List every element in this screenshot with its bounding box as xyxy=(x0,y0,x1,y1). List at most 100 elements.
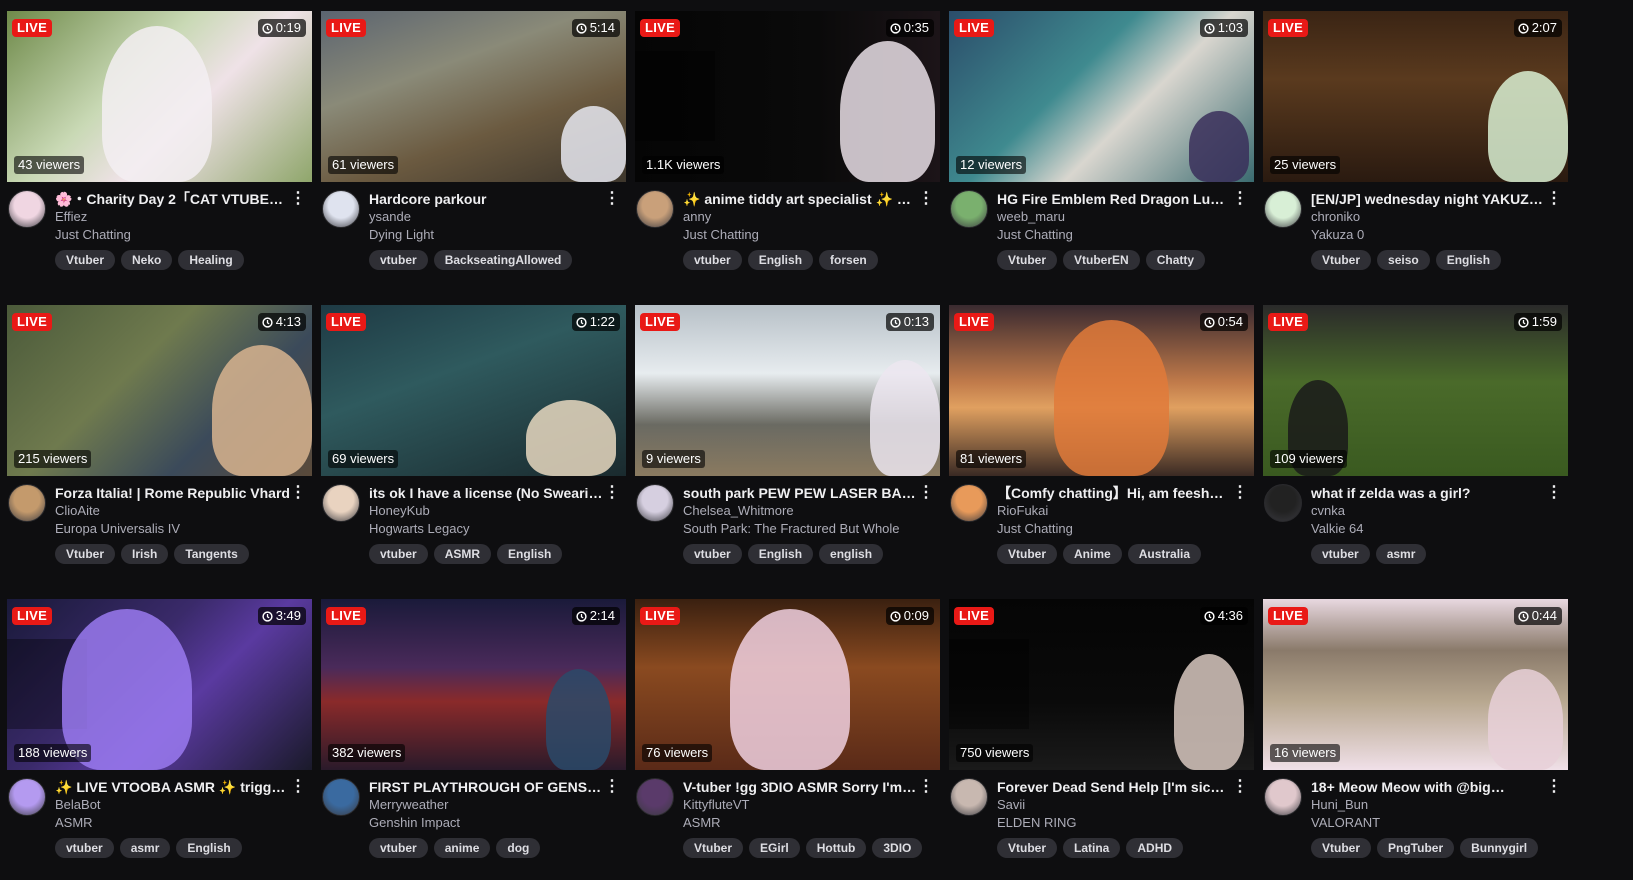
channel-name[interactable]: RioFukai xyxy=(997,502,1242,520)
stream-title[interactable]: FIRST PLAYTHROUGH OF GENSHI… xyxy=(369,778,604,796)
stream-thumbnail[interactable]: LIVE 1:03 12 viewers xyxy=(949,11,1254,182)
tag-button[interactable]: EGirl xyxy=(749,838,800,858)
tag-button[interactable]: vtuber xyxy=(55,838,114,858)
category-link[interactable]: ELDEN RING xyxy=(997,814,1242,832)
category-link[interactable]: Genshin Impact xyxy=(369,814,614,832)
tag-button[interactable]: English xyxy=(747,544,814,564)
stream-thumbnail[interactable]: LIVE 4:13 215 viewers xyxy=(7,305,312,476)
stream-thumbnail[interactable]: LIVE 1:22 69 viewers xyxy=(321,305,626,476)
tag-button[interactable]: Irish xyxy=(121,544,169,564)
channel-avatar[interactable] xyxy=(1264,484,1302,522)
channel-name[interactable]: Chelsea_Whitmore xyxy=(683,502,928,520)
channel-avatar[interactable] xyxy=(950,778,988,816)
more-vertical-icon[interactable]: ⋮ xyxy=(604,485,620,502)
stream-title[interactable]: [EN/JP] wednesday night YAKUZ… xyxy=(1311,190,1546,208)
tag-button[interactable]: vtuber xyxy=(369,250,428,270)
stream-title[interactable]: HG Fire Emblem Red Dragon Luna… xyxy=(997,190,1232,208)
category-link[interactable]: Just Chatting xyxy=(997,226,1242,244)
tag-button[interactable]: Australia xyxy=(1127,544,1202,564)
stream-thumbnail[interactable]: LIVE 3:49 188 viewers xyxy=(7,599,312,770)
channel-avatar[interactable] xyxy=(322,778,360,816)
tag-button[interactable]: seiso xyxy=(1377,250,1430,270)
stream-title[interactable]: its ok I have a license (No Swearin… xyxy=(369,484,604,502)
channel-avatar[interactable] xyxy=(950,484,988,522)
category-link[interactable]: ASMR xyxy=(55,814,300,832)
tag-button[interactable]: ASMR xyxy=(433,544,492,564)
tag-button[interactable]: forsen xyxy=(819,250,878,270)
stream-title[interactable]: Forza Italia! | Rome Republic Vhard xyxy=(55,484,290,502)
tag-button[interactable]: Vtuber xyxy=(997,838,1058,858)
channel-avatar[interactable] xyxy=(950,190,988,228)
channel-avatar[interactable] xyxy=(8,778,46,816)
channel-name[interactable]: Merryweather xyxy=(369,796,614,814)
tag-button[interactable]: Neko xyxy=(121,250,173,270)
channel-name[interactable]: chroniko xyxy=(1311,208,1556,226)
channel-avatar[interactable] xyxy=(1264,190,1302,228)
channel-avatar[interactable] xyxy=(636,778,674,816)
more-vertical-icon[interactable]: ⋮ xyxy=(604,779,620,796)
more-vertical-icon[interactable]: ⋮ xyxy=(1232,191,1248,208)
stream-thumbnail[interactable]: LIVE 0:44 16 viewers xyxy=(1263,599,1568,770)
more-vertical-icon[interactable]: ⋮ xyxy=(290,485,306,502)
tag-button[interactable]: vtuber xyxy=(1311,544,1370,564)
more-vertical-icon[interactable]: ⋮ xyxy=(1232,485,1248,502)
stream-title[interactable]: ✨ LIVE VTOOBA ASMR ✨ trigger … xyxy=(55,778,290,796)
tag-button[interactable]: BackseatingAllowed xyxy=(433,250,573,270)
tag-button[interactable]: asmr xyxy=(119,838,171,858)
stream-title[interactable]: 【Comfy chatting】Hi, am feesh【… xyxy=(997,484,1232,502)
tag-button[interactable]: PngTuber xyxy=(1377,838,1455,858)
tag-button[interactable]: Vtuber xyxy=(997,250,1058,270)
tag-button[interactable]: VtuberEN xyxy=(1063,250,1140,270)
tag-button[interactable]: Latina xyxy=(1063,838,1121,858)
channel-name[interactable]: Effiez xyxy=(55,208,300,226)
stream-thumbnail[interactable]: LIVE 1:59 109 viewers xyxy=(1263,305,1568,476)
more-vertical-icon[interactable]: ⋮ xyxy=(290,779,306,796)
more-vertical-icon[interactable]: ⋮ xyxy=(604,191,620,208)
stream-title[interactable]: what if zelda was a girl? xyxy=(1311,484,1546,502)
stream-thumbnail[interactable]: LIVE 2:07 25 viewers xyxy=(1263,11,1568,182)
more-vertical-icon[interactable]: ⋮ xyxy=(1546,485,1562,502)
stream-title[interactable]: 18+ Meow Meow with @big… xyxy=(1311,778,1546,796)
category-link[interactable]: Europa Universalis IV xyxy=(55,520,300,538)
stream-title[interactable]: Hardcore parkour xyxy=(369,190,604,208)
tag-button[interactable]: 3DIO xyxy=(872,838,923,858)
tag-button[interactable]: anime xyxy=(433,838,491,858)
channel-name[interactable]: anny xyxy=(683,208,928,226)
category-link[interactable]: Just Chatting xyxy=(997,520,1242,538)
channel-name[interactable]: weeb_maru xyxy=(997,208,1242,226)
tag-button[interactable]: Vtuber xyxy=(683,838,744,858)
tag-button[interactable]: ADHD xyxy=(1126,838,1184,858)
channel-avatar[interactable] xyxy=(636,190,674,228)
channel-name[interactable]: ClioAite xyxy=(55,502,300,520)
more-vertical-icon[interactable]: ⋮ xyxy=(918,191,934,208)
tag-button[interactable]: Vtuber xyxy=(1311,838,1372,858)
tag-button[interactable]: vtuber xyxy=(683,544,742,564)
stream-thumbnail[interactable]: LIVE 0:13 9 viewers xyxy=(635,305,940,476)
tag-button[interactable]: English xyxy=(1435,250,1502,270)
tag-button[interactable]: vtuber xyxy=(369,544,428,564)
stream-thumbnail[interactable]: LIVE 4:36 750 viewers xyxy=(949,599,1254,770)
more-vertical-icon[interactable]: ⋮ xyxy=(1546,191,1562,208)
stream-title[interactable]: Forever Dead Send Help [I'm sick]… xyxy=(997,778,1232,796)
more-vertical-icon[interactable]: ⋮ xyxy=(290,191,306,208)
channel-avatar[interactable] xyxy=(322,190,360,228)
tag-button[interactable]: English xyxy=(176,838,242,858)
category-link[interactable]: Just Chatting xyxy=(55,226,300,244)
category-link[interactable]: Valkie 64 xyxy=(1311,520,1556,538)
tag-button[interactable]: english xyxy=(819,544,884,564)
channel-name[interactable]: BelaBot xyxy=(55,796,300,814)
tag-button[interactable]: Anime xyxy=(1063,544,1122,564)
more-vertical-icon[interactable]: ⋮ xyxy=(918,485,934,502)
channel-name[interactable]: Savii xyxy=(997,796,1242,814)
tag-button[interactable]: asmr xyxy=(1375,544,1427,564)
stream-title[interactable]: 🌸・Charity Day 2「CAT VTUBER… xyxy=(55,190,290,208)
tag-button[interactable]: Tangents xyxy=(174,544,249,564)
category-link[interactable]: South Park: The Fractured But Whole xyxy=(683,520,928,538)
category-link[interactable]: Dying Light xyxy=(369,226,614,244)
stream-thumbnail[interactable]: LIVE 5:14 61 viewers xyxy=(321,11,626,182)
tag-button[interactable]: Vtuber xyxy=(1311,250,1372,270)
tag-button[interactable]: Hottub xyxy=(805,838,867,858)
stream-thumbnail[interactable]: LIVE 0:35 1.1K viewers xyxy=(635,11,940,182)
channel-name[interactable]: Huni_Bun xyxy=(1311,796,1556,814)
channel-avatar[interactable] xyxy=(8,484,46,522)
